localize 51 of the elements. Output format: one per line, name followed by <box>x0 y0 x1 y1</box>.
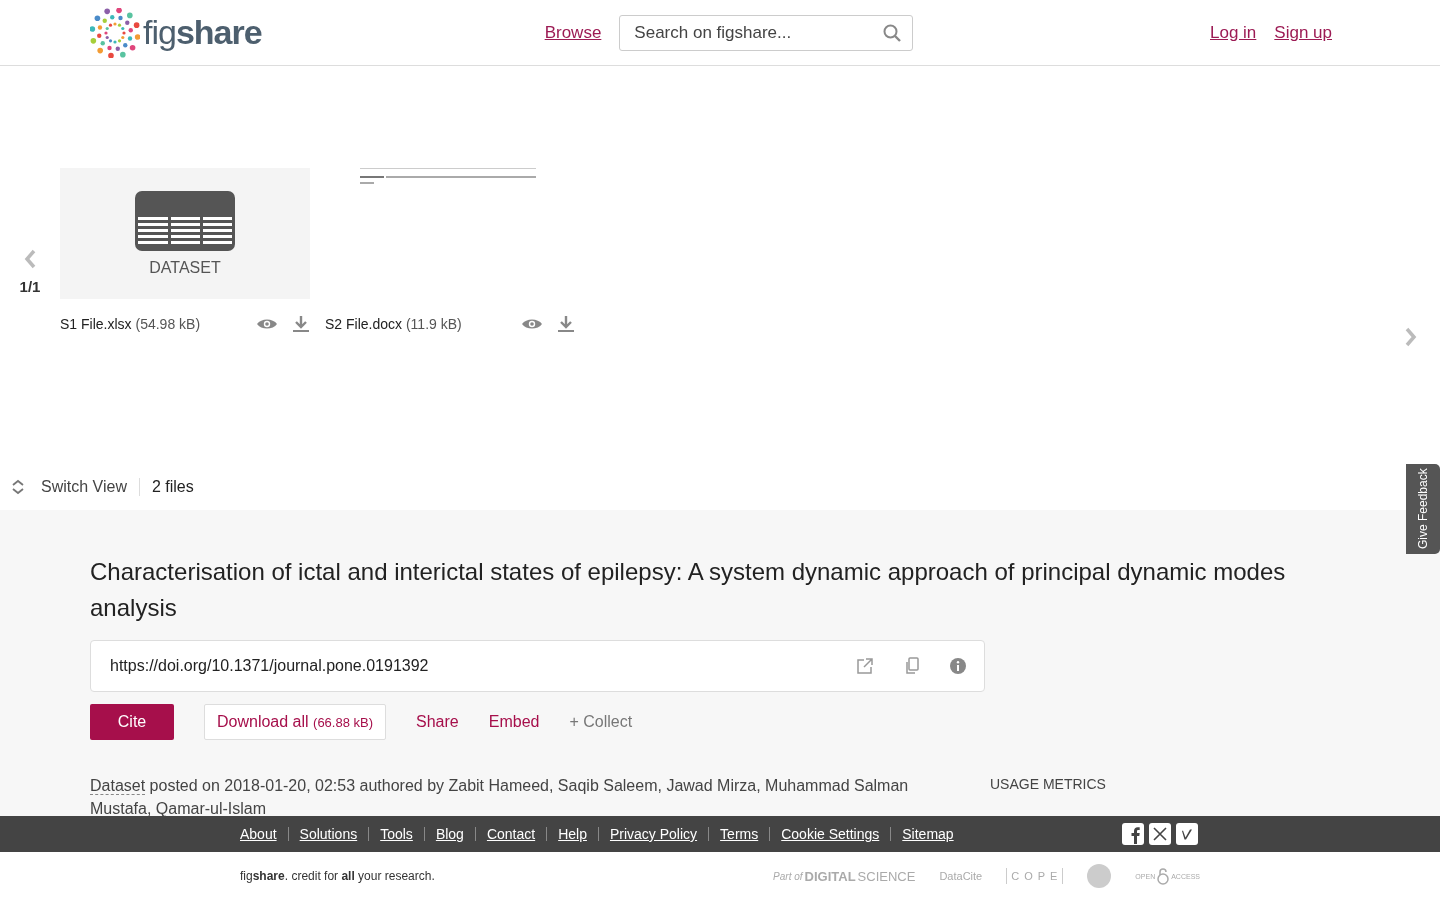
footer-link[interactable]: About <box>240 826 277 842</box>
eye-icon[interactable] <box>521 317 543 331</box>
download-icon[interactable] <box>557 315 575 333</box>
facebook-icon[interactable] <box>1122 823 1144 845</box>
footer-link[interactable]: Blog <box>435 826 464 842</box>
switch-view-icon[interactable] <box>11 479 25 495</box>
footer-link[interactable]: Cookie Settings <box>781 826 880 842</box>
switch-view-label[interactable]: Switch View <box>41 478 127 496</box>
search-field[interactable]: Search on figshare... <box>619 14 914 51</box>
info-icon[interactable] <box>950 658 966 674</box>
footer-tagline: figshare. credit for all your research. <box>240 869 435 883</box>
download-all-button[interactable]: Download all (66.88 kB) <box>204 704 387 740</box>
browse-link[interactable]: Browse <box>544 22 602 43</box>
account-link[interactable]: Sign up <box>1274 22 1332 43</box>
action-link[interactable]: Share <box>416 713 459 731</box>
footer-link[interactable]: Privacy Policy <box>609 826 698 842</box>
usage-metrics-heading: USAGE METRICS <box>990 776 1106 792</box>
footer-link[interactable]: Tools <box>380 826 413 842</box>
cite-button[interactable]: Cite <box>90 704 174 740</box>
file-name: S2 File.docx (11.9 kB) <box>325 316 463 332</box>
footer-link[interactable]: Terms <box>720 826 759 842</box>
dataset-thumbnail[interactable]: DATASET <box>60 168 310 299</box>
search-icon[interactable] <box>883 23 902 42</box>
vimeo-icon[interactable] <box>1176 823 1198 845</box>
file-count: 2 files <box>151 478 194 496</box>
chevron-left-icon[interactable] <box>23 248 37 270</box>
account-link[interactable]: Log in <box>1210 22 1257 43</box>
feedback-tab[interactable]: Give Feedback <box>1406 464 1440 554</box>
item-title: Characterisation of ictal and interictal states of epilepsy: A system dynamic approach of principal dynamic modes analysis <box>90 557 1287 623</box>
footer-link[interactable]: Sitemap <box>902 826 954 842</box>
footer-link[interactable]: Solutions <box>299 826 358 842</box>
thumbnail-label: DATASET <box>149 258 221 277</box>
collect-link[interactable]: + Collect <box>569 713 633 731</box>
doi-link[interactable]: https://doi.org/10.1371/journal.pone.0191392 <box>110 657 856 675</box>
byline-text: Dataset posted on 2018-01-20, 02:53 authored by Zabit Hameed, Saqib Saleem, Jawad Mirza, Muhammad Salman Mustafa, Qamar-ul-Islam <box>90 776 910 819</box>
chevron-right-icon[interactable] <box>1404 326 1418 348</box>
page-indicator: 1/1 <box>19 278 41 295</box>
eye-icon[interactable] <box>256 317 278 331</box>
footer-link[interactable]: Contact <box>486 826 536 842</box>
file-name: S1 File.xlsx (54.98 kB) <box>60 316 202 332</box>
copy-icon[interactable] <box>904 657 920 675</box>
figshare-logo[interactable]: figshare <box>90 7 262 58</box>
logo-wordmark: figshare <box>143 13 262 52</box>
action-link[interactable]: Embed <box>488 713 540 731</box>
x-icon[interactable] <box>1149 823 1171 845</box>
table-icon <box>135 190 235 251</box>
dataset-type-link[interactable]: Dataset <box>90 777 146 795</box>
footer-link[interactable]: Help <box>558 826 587 842</box>
external-link-icon[interactable] <box>856 657 874 675</box>
logo-icon <box>90 7 140 58</box>
download-icon[interactable] <box>292 315 310 333</box>
